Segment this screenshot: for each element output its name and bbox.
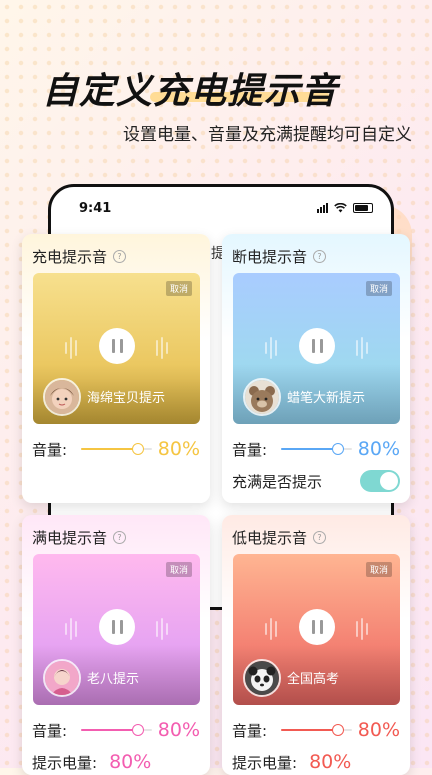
pause-icon	[311, 339, 323, 353]
volume-value: 80%	[157, 719, 200, 741]
battery-icon	[353, 203, 373, 213]
waveform-icon	[65, 614, 77, 644]
waveform-icon	[156, 333, 168, 363]
volume-slider[interactable]	[281, 441, 352, 457]
notify-level-label: 提示电量:	[232, 753, 298, 772]
signal-icon	[317, 203, 328, 213]
volume-row: 音量: 80%	[32, 438, 200, 460]
volume-slider[interactable]	[81, 722, 152, 738]
full-notify-label: 充满是否提示	[232, 472, 323, 491]
help-icon[interactable]: ?	[313, 250, 327, 263]
pause-icon	[111, 339, 123, 353]
volume-row: 音量: 80%	[232, 719, 400, 741]
help-icon[interactable]: ?	[113, 531, 127, 544]
help-icon[interactable]: ?	[113, 250, 127, 263]
notify-level-label: 提示电量:	[32, 753, 98, 772]
cancel-button[interactable]: 取消	[165, 562, 192, 577]
sound-name: 海绵宝贝提示	[87, 391, 166, 406]
full-notify-toggle[interactable]	[360, 470, 400, 492]
cancel-button[interactable]: 取消	[365, 281, 392, 296]
volume-label: 音量:	[232, 721, 268, 740]
card-title: 充电提示音 ?	[32, 246, 127, 267]
volume-slider[interactable]	[81, 441, 152, 457]
notify-level-value[interactable]: 80%	[309, 751, 351, 773]
low-battery-sound-card: 低电提示音 ? 取消 全国高考 音量: 80% 提示电量: 80%	[222, 515, 410, 775]
avatar	[43, 659, 81, 697]
subtitle: 设置电量、音量及充满提醒均可自定义	[123, 125, 412, 145]
pause-button[interactable]	[99, 609, 135, 645]
volume-label: 音量:	[232, 440, 268, 459]
waveform-icon	[156, 614, 168, 644]
full-notify-row: 充满是否提示	[232, 470, 400, 492]
sound-name: 全国高考	[287, 672, 340, 687]
sound-name: 蜡笔大新提示	[287, 391, 366, 406]
volume-slider[interactable]	[281, 722, 352, 738]
waveform-icon	[356, 333, 368, 363]
volume-value: 80%	[357, 438, 400, 460]
notify-level-value[interactable]: 80%	[109, 751, 151, 773]
pause-icon	[311, 620, 323, 634]
waveform-icon	[65, 333, 77, 363]
charging-sound-card: 充电提示音 ? 取消 海绵宝贝提示 音量: 80%	[22, 234, 210, 503]
pause-button[interactable]	[99, 328, 135, 364]
volume-label: 音量:	[32, 721, 68, 740]
cancel-button[interactable]: 取消	[365, 562, 392, 577]
pause-button[interactable]	[299, 328, 335, 364]
avatar	[243, 659, 281, 697]
headline: 自定义充电提示音	[42, 71, 339, 112]
card-title: 低电提示音 ?	[232, 527, 327, 548]
cancel-button[interactable]: 取消	[165, 281, 192, 296]
volume-label: 音量:	[32, 440, 68, 459]
waveform-icon	[356, 614, 368, 644]
avatar	[43, 378, 81, 416]
notify-level-row: 提示电量: 80%	[232, 751, 400, 773]
help-icon[interactable]: ?	[313, 531, 327, 544]
avatar	[243, 378, 281, 416]
sound-name: 老八提示	[87, 672, 140, 687]
waveform-icon	[265, 333, 277, 363]
waveform-icon	[265, 614, 277, 644]
pause-icon	[111, 620, 123, 634]
volume-row: 音量: 80%	[32, 719, 200, 741]
card-title: 满电提示音 ?	[32, 527, 127, 548]
sound-panel[interactable]: 取消 蜡笔大新提示	[233, 273, 400, 424]
notify-level-row: 提示电量: 80%	[32, 751, 200, 773]
pause-button[interactable]	[299, 609, 335, 645]
status-bar: 9:41	[79, 199, 373, 217]
volume-value: 80%	[157, 438, 200, 460]
volume-row: 音量: 80%	[232, 438, 400, 460]
full-charge-sound-card: 满电提示音 ? 取消 老八提示 音量: 80% 提示电量: 80%	[22, 515, 210, 775]
wifi-icon	[334, 203, 347, 213]
sound-panel[interactable]: 取消 老八提示	[33, 554, 200, 705]
status-time: 9:41	[79, 200, 112, 216]
sound-panel[interactable]: 取消 全国高考	[233, 554, 400, 705]
disconnect-sound-card: 断电提示音 ? 取消 蜡笔大新提示 音量: 80% 充满是否提示	[222, 234, 410, 503]
status-icons	[317, 203, 373, 213]
card-title: 断电提示音 ?	[232, 246, 327, 267]
volume-value: 80%	[357, 719, 400, 741]
sound-panel[interactable]: 取消 海绵宝贝提示	[33, 273, 200, 424]
